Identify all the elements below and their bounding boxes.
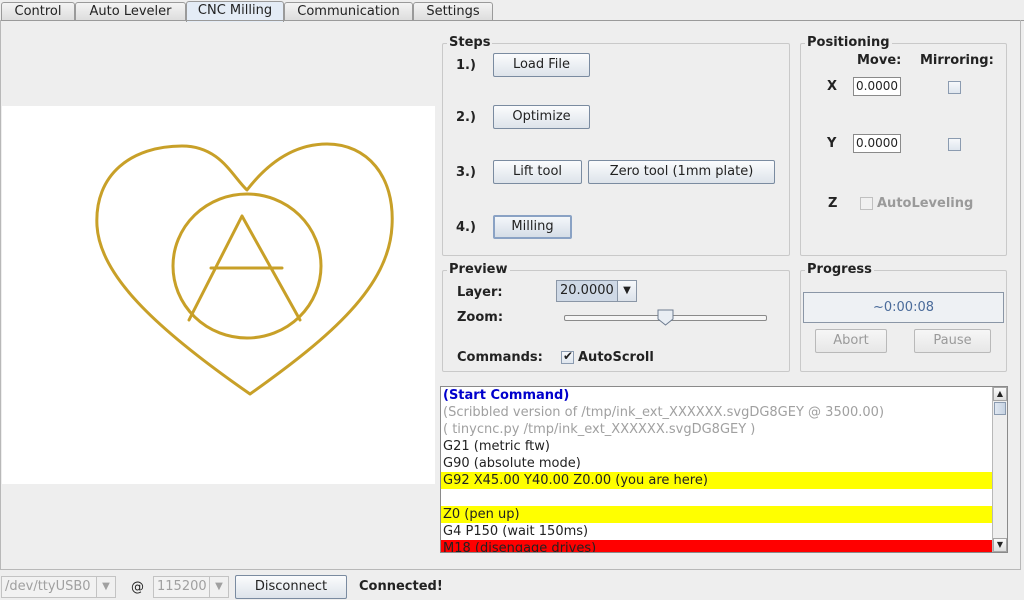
autoleveling-checkbox[interactable] bbox=[860, 197, 873, 210]
chevron-down-icon[interactable]: ▼ bbox=[96, 577, 115, 597]
layer-select-value: 20.0000 bbox=[560, 283, 614, 298]
layer-select[interactable]: 20.0000 ▼ bbox=[556, 280, 637, 302]
tab-cnc-milling[interactable]: CNC Milling bbox=[186, 1, 284, 22]
zoom-label: Zoom: bbox=[457, 310, 504, 325]
autoscroll-checkbox[interactable] bbox=[561, 349, 574, 364]
chevron-down-icon[interactable]: ▼ bbox=[209, 577, 228, 597]
x-axis-label: X bbox=[827, 79, 838, 94]
zero-tool-button[interactable]: Zero tool (1mm plate) bbox=[588, 160, 775, 184]
step-4-label: 4.) bbox=[456, 220, 476, 235]
tab-communication[interactable]: Communication bbox=[284, 2, 413, 21]
baud-select-value: 115200 bbox=[157, 579, 207, 594]
z-axis-label: Z bbox=[828, 196, 838, 211]
milling-button[interactable]: Milling bbox=[493, 215, 572, 239]
command-row[interactable]: (Start Command) bbox=[441, 387, 994, 404]
step-1-label: 1.) bbox=[456, 58, 476, 73]
move-header: Move: bbox=[857, 53, 902, 68]
steps-title: Steps bbox=[447, 35, 493, 50]
baud-select[interactable]: 115200 ▼ bbox=[153, 576, 229, 598]
y-move-field[interactable]: 0.0000 bbox=[853, 134, 901, 153]
x-mirror-checkbox[interactable] bbox=[948, 81, 961, 94]
scroll-up-icon[interactable]: ▲ bbox=[993, 387, 1007, 401]
progress-time-display: ~0:00:08 bbox=[803, 292, 1004, 323]
tab-bar: Control Auto Leveler CNC Milling Communi… bbox=[0, 0, 1024, 22]
commands-label: Commands: bbox=[457, 350, 543, 365]
tab-settings[interactable]: Settings bbox=[413, 2, 493, 21]
command-row[interactable]: G90 (absolute mode) bbox=[441, 455, 994, 472]
x-move-field[interactable]: 0.0000 bbox=[853, 77, 901, 96]
disconnect-button[interactable]: Disconnect bbox=[235, 575, 347, 599]
step-2-label: 2.) bbox=[456, 110, 476, 125]
optimize-button[interactable]: Optimize bbox=[493, 105, 590, 129]
load-file-button[interactable]: Load File bbox=[493, 53, 590, 77]
autoleveling-label: AutoLeveling bbox=[877, 196, 974, 211]
positioning-title: Positioning bbox=[805, 35, 892, 50]
command-row[interactable]: G4 P150 (wait 150ms) bbox=[441, 523, 994, 540]
preview-title: Preview bbox=[447, 262, 510, 277]
chevron-down-icon[interactable]: ▼ bbox=[617, 281, 636, 301]
y-mirror-checkbox[interactable] bbox=[948, 138, 961, 151]
step-3-label: 3.) bbox=[456, 165, 476, 180]
at-label: @ bbox=[131, 580, 144, 595]
command-row[interactable]: G92 X45.00 Y40.00 Z0.00 (you are here) bbox=[441, 472, 994, 489]
port-select-value: /dev/ttyUSB0 bbox=[5, 579, 91, 594]
connection-status: Connected! bbox=[359, 579, 443, 594]
autoscroll-label: AutoScroll bbox=[578, 350, 654, 365]
scrollbar-thumb[interactable] bbox=[994, 402, 1006, 415]
gcode-command-list[interactable]: (Start Command) (Scribbled version of /tm… bbox=[440, 386, 1008, 553]
command-row[interactable]: G21 (metric ftw) bbox=[441, 438, 994, 455]
command-list-scrollbar[interactable]: ▲ ▼ bbox=[992, 387, 1007, 552]
command-row[interactable]: M18 (disengage drives) bbox=[441, 540, 994, 552]
command-row[interactable]: (Scribbled version of /tmp/ink_ext_XXXXX… bbox=[441, 404, 994, 421]
layer-label: Layer: bbox=[457, 285, 503, 300]
port-select[interactable]: /dev/ttyUSB0 ▼ bbox=[1, 576, 116, 598]
tab-auto-leveler[interactable]: Auto Leveler bbox=[75, 2, 186, 21]
toolpath-drawing bbox=[95, 142, 394, 396]
milling-preview-canvas[interactable] bbox=[2, 106, 435, 484]
tab-control[interactable]: Control bbox=[1, 2, 75, 21]
command-row[interactable]: ( tinycnc.py /tmp/ink_ext_XXXXXX.svgDG8G… bbox=[441, 421, 994, 438]
lift-tool-button[interactable]: Lift tool bbox=[493, 160, 582, 184]
command-row[interactable] bbox=[441, 489, 994, 506]
abort-button[interactable]: Abort bbox=[815, 329, 887, 353]
letter-a-path bbox=[187, 214, 302, 322]
scroll-down-icon[interactable]: ▼ bbox=[993, 538, 1007, 552]
mirroring-header: Mirroring: bbox=[920, 53, 994, 68]
zoom-slider-thumb[interactable] bbox=[657, 309, 674, 326]
progress-title: Progress bbox=[805, 262, 874, 277]
pause-button[interactable]: Pause bbox=[914, 329, 991, 353]
command-row[interactable]: Z0 (pen up) bbox=[441, 506, 994, 523]
y-axis-label: Y bbox=[827, 136, 837, 151]
